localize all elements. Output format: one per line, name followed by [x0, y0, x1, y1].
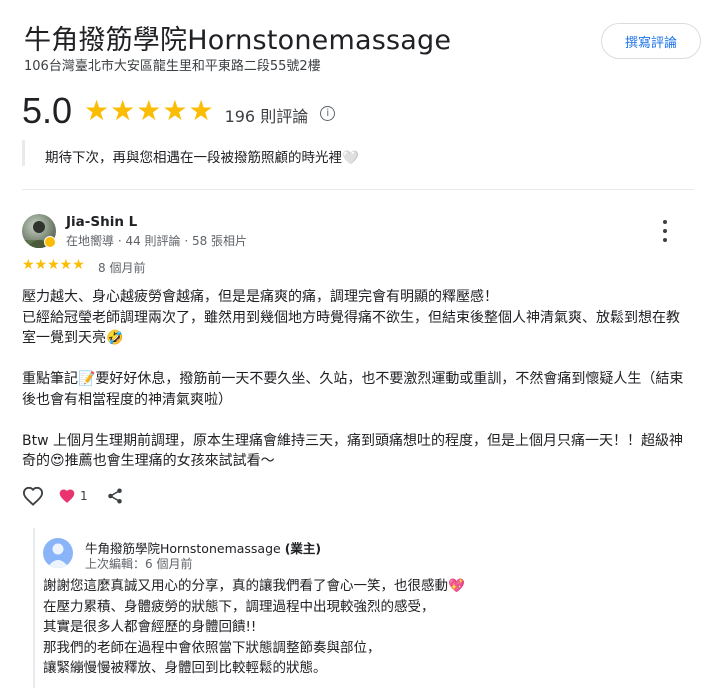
owner-reply-line: 讓緊繃慢慢被釋放、身體回到比較輕鬆的狀態。 — [43, 660, 327, 676]
owner-reply-line: 謝謝您這麼真誠又用心的分享，真的讓我們看了會心一笑，也很感動💖 — [43, 578, 465, 594]
owner-avatar — [43, 538, 73, 568]
review-paragraph: 重點筆記📝要好好休息，撥筋前一天不要久坐、久站，也不要激烈運動或重訓，不然會痛到… — [22, 371, 684, 408]
review-stars: ★★★★★ — [22, 257, 85, 273]
more-vert-icon[interactable] — [658, 220, 672, 242]
review-divider — [22, 189, 694, 190]
heart-filled-icon[interactable] — [58, 488, 76, 504]
owner-reply-line: 那我們的老師在過程中會依照當下狀態調整節奏與部位， — [43, 639, 381, 656]
reviewer-meta: 在地嚮導 · 44 則評論 · 58 張相片 — [66, 234, 248, 248]
reaction-count: 1 — [80, 489, 88, 503]
write-review-button[interactable]: 撰寫評論 — [601, 23, 701, 59]
owner-business-name: 牛角撥筋學院Hornstonemassage — [85, 541, 281, 556]
owner-reply-text: 謝謝您這麼真誠又用心的分享，真的讓我們看了會心一笑，也很感動💖 在壓力累積、身體… — [43, 576, 683, 679]
review-paragraph: 壓力越大、身心越疲勞會越痛，但是是痛爽的痛，調理完會有明顯的釋壓感！ — [22, 289, 498, 305]
rating-stars: ★★★★★ — [84, 94, 215, 127]
rating-value: 5.0 — [22, 90, 73, 131]
local-guide-badge-icon — [44, 236, 56, 248]
previous-owner-reply: 期待下次，再與您相遇在一段被撥筋照顧的時光裡🤍 — [22, 140, 525, 166]
place-title: 牛角撥筋學院Hornstonemassage — [24, 25, 452, 56]
owner-tag: (業主) — [284, 541, 322, 556]
review-actions: 1 — [22, 486, 124, 506]
previous-reply-text: 期待下次，再與您相遇在一段被撥筋照顧的時光裡🤍 — [45, 150, 359, 166]
owner-reply-line: 在壓力累積、身體疲勞的狀態下，調理過程中出現較強烈的感受， — [43, 598, 435, 615]
review-date: 8 個月前 — [98, 261, 146, 275]
info-icon[interactable]: i — [320, 105, 336, 121]
place-address: 106台灣臺北市大安區龍生里和平東路二段55號2樓 — [24, 59, 321, 74]
heart-outline-icon[interactable] — [22, 486, 44, 506]
owner-reply-date: 上次編輯：6 個月前 — [85, 557, 193, 571]
review-count[interactable]: 196 則評論 — [225, 103, 309, 127]
owner-reply-line: 其實是很多人都會經歷的身體回饋!! — [43, 619, 257, 635]
share-icon[interactable] — [106, 487, 124, 505]
review-paragraph: 已經給冠瑩老師調理兩次了，雖然用到幾個地方時覺得痛不欲生，但結束後整個人神清氣爽… — [22, 309, 680, 347]
review-paragraph: Btw 上個月生理期前調理，原本生理痛會維持三天，痛到頭痛想吐的程度，但是上個月… — [22, 432, 683, 470]
person-icon — [47, 543, 69, 568]
owner-reply-rule — [33, 528, 35, 688]
review-text: 壓力越大、身心越疲勞會越痛，但是是痛爽的痛，調理完會有明顯的釋壓感！ 已經給冠瑩… — [22, 287, 686, 472]
reviewer-name[interactable]: Jia-Shin L — [66, 214, 137, 230]
rating-summary: 5.0 ★★★★★ 196 則評論 i — [22, 90, 336, 132]
